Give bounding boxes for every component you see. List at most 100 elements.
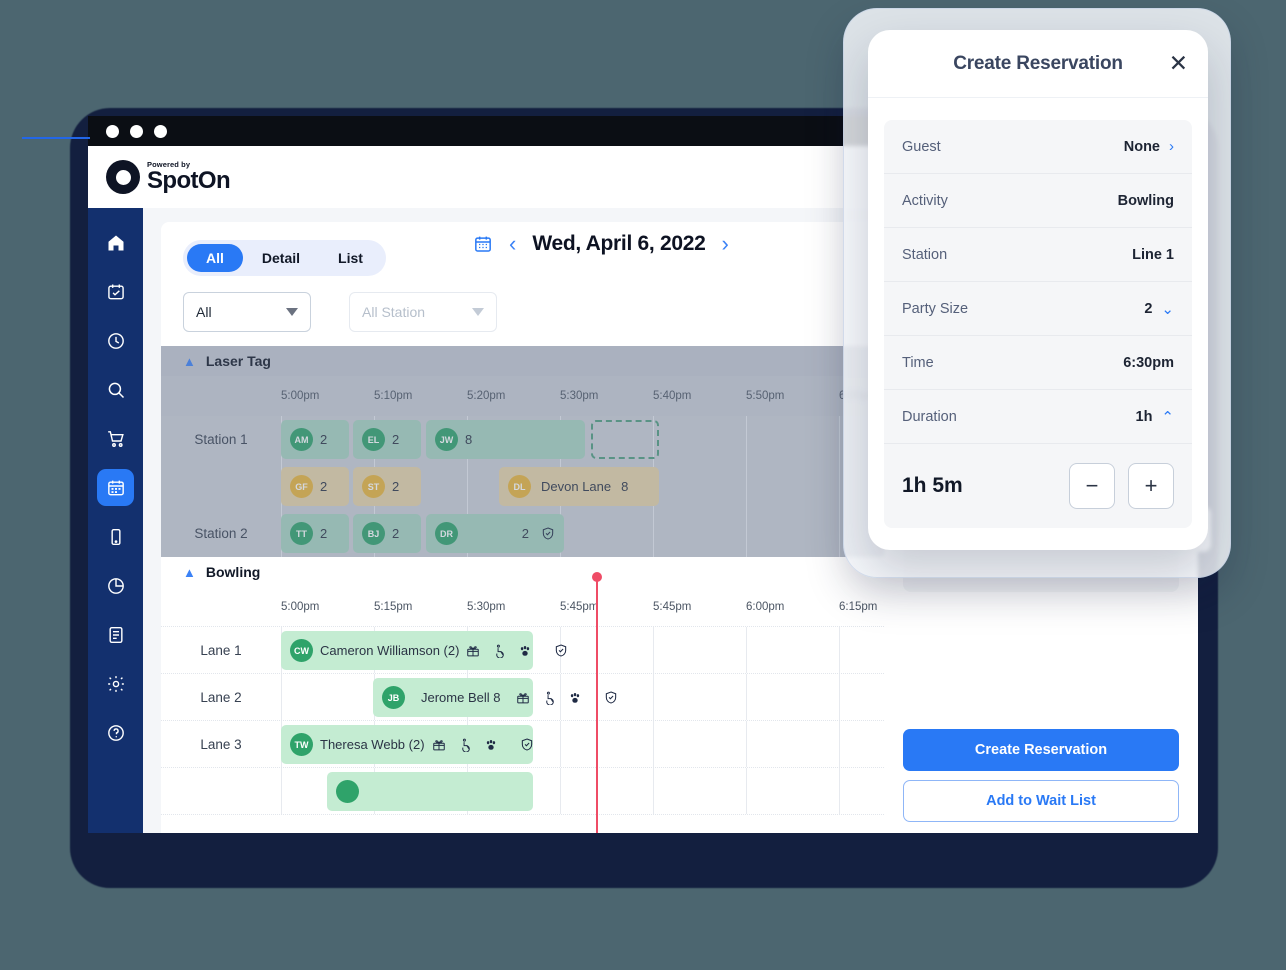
chevron-up-icon: ▲ — [183, 564, 196, 580]
field-value: Bowling — [1117, 192, 1174, 209]
duration-increment-button[interactable]: + — [1128, 463, 1174, 509]
chevron-down-icon — [472, 308, 484, 316]
time-label: 5:40pm — [653, 390, 692, 402]
field-label: Time — [902, 354, 934, 371]
tab-detail[interactable]: Detail — [243, 244, 319, 272]
group-title: Laser Tag — [205, 353, 271, 369]
guest-name: Theresa Webb (2) — [320, 737, 425, 752]
party-count: 8 — [465, 432, 473, 447]
event-block[interactable]: ST 2 — [353, 467, 421, 506]
add-to-wait-list-button[interactable]: Add to Wait List — [903, 780, 1179, 822]
event-block[interactable]: JB Jerome Bell 8 — [373, 678, 617, 717]
home-icon — [97, 224, 134, 261]
event-block[interactable]: DL Devon Lane 8 — [499, 467, 659, 506]
row-label: Lane 1 — [200, 642, 242, 658]
view-tabs: All Detail List — [183, 240, 386, 276]
field-party-size[interactable]: Party Size 2 ⌄ — [884, 282, 1192, 336]
event-icons — [432, 737, 534, 752]
sidebar-item-help[interactable] — [88, 708, 143, 757]
brand-name: SpotOn — [147, 167, 231, 195]
event-block[interactable]: JW 8 — [426, 420, 585, 459]
party-count: 2 — [320, 479, 328, 494]
field-time[interactable]: Time 6:30pm — [884, 336, 1192, 390]
window-dot-maximize[interactable] — [154, 124, 167, 138]
time-label: 5:30pm — [560, 390, 599, 402]
gift-icon — [466, 644, 480, 658]
field-station[interactable]: Station Line 1 — [884, 228, 1192, 282]
sidebar-item-orders[interactable] — [88, 414, 143, 463]
chevron-up-icon: ▲ — [183, 353, 196, 369]
window-dot-close[interactable] — [106, 124, 119, 138]
sidebar-item-documents[interactable] — [88, 610, 143, 659]
event-block[interactable]: TT 2 — [281, 514, 349, 553]
row-label: Station 2 — [194, 526, 248, 541]
tab-list[interactable]: List — [319, 244, 382, 272]
window-dot-minimize[interactable] — [130, 124, 143, 138]
sidebar-item-settings[interactable] — [88, 659, 143, 708]
party-count: 2 — [521, 526, 529, 541]
reservation-fields: Guest None › Activity Bowling Station Li… — [884, 120, 1192, 528]
spoton-logo-icon — [106, 160, 140, 194]
chevron-down-icon: ⌄ — [1161, 300, 1174, 318]
modal-title: Create Reservation — [953, 52, 1123, 74]
empty-slot-placeholder[interactable] — [591, 420, 659, 459]
duration-decrement-button[interactable]: − — [1069, 463, 1115, 509]
avatar: AM — [290, 428, 313, 451]
avatar: DR — [435, 522, 458, 545]
sidebar-item-waitlist[interactable] — [88, 316, 143, 365]
event-block[interactable]: TW Theresa Webb (2) — [281, 725, 533, 764]
guest-name: Devon Lane — [541, 479, 612, 494]
create-reservation-button[interactable]: Create Reservation — [903, 729, 1179, 771]
event-icons — [466, 643, 568, 658]
current-time-indicator — [592, 572, 602, 833]
station-filter-placeholder: All Station — [362, 304, 426, 320]
field-label: Activity — [902, 192, 948, 209]
chevron-right-icon: › — [1169, 138, 1174, 155]
event-block[interactable]: BJ 2 — [353, 514, 421, 553]
time-label: 5:45pm — [653, 600, 692, 613]
next-day-button[interactable]: › — [722, 233, 729, 255]
field-activity[interactable]: Activity Bowling — [884, 174, 1192, 228]
field-guest[interactable]: Guest None › — [884, 120, 1192, 174]
event-block[interactable] — [327, 772, 533, 811]
sidebar — [88, 208, 143, 833]
gift-icon — [516, 691, 530, 705]
duration-stepper-panel: 1h 5m − + — [884, 444, 1192, 528]
activity-filter-select[interactable]: All — [183, 292, 311, 332]
field-duration[interactable]: Duration 1h ⌃ — [884, 390, 1192, 444]
annotation-pointer-line — [22, 137, 90, 139]
avatar: ST — [362, 475, 385, 498]
sidebar-item-devices[interactable] — [88, 512, 143, 561]
field-label: Party Size — [902, 300, 969, 317]
event-block[interactable]: DR 2 — [426, 514, 564, 553]
field-value: Line 1 — [1132, 246, 1174, 263]
shield-check-icon — [520, 737, 534, 752]
avatar — [336, 780, 359, 803]
calendar-icon[interactable] — [473, 234, 493, 254]
time-label: 5:15pm — [374, 600, 413, 613]
close-icon[interactable]: ✕ — [1169, 52, 1188, 75]
sidebar-item-schedule[interactable] — [88, 463, 143, 512]
field-value-group: None › — [1124, 138, 1174, 155]
avatar: CW — [290, 639, 313, 662]
modal-header: Create Reservation ✕ — [868, 30, 1208, 98]
field-value: 1h — [1135, 408, 1153, 425]
station-filter-select[interactable]: All Station — [349, 292, 497, 332]
sidebar-item-home[interactable] — [88, 218, 143, 267]
event-meta: 2 — [522, 526, 555, 541]
event-block[interactable]: AM 2 — [281, 420, 349, 459]
avatar: TW — [290, 733, 313, 756]
prev-day-button[interactable]: ‹ — [509, 233, 516, 255]
sidebar-item-reservations[interactable] — [88, 267, 143, 316]
field-value: 6:30pm — [1123, 354, 1174, 371]
party-count: 2 — [392, 526, 400, 541]
event-block[interactable]: EL 2 — [353, 420, 421, 459]
gift-icon — [432, 738, 446, 752]
event-block[interactable]: GF 2 — [281, 467, 349, 506]
tab-all[interactable]: All — [187, 244, 243, 272]
event-block[interactable]: CW Cameron Williamson (2) — [281, 631, 567, 670]
sidebar-item-reports[interactable] — [88, 561, 143, 610]
sidebar-item-search[interactable] — [88, 365, 143, 414]
field-value: 2 — [1144, 300, 1153, 317]
cart-icon — [97, 420, 134, 457]
